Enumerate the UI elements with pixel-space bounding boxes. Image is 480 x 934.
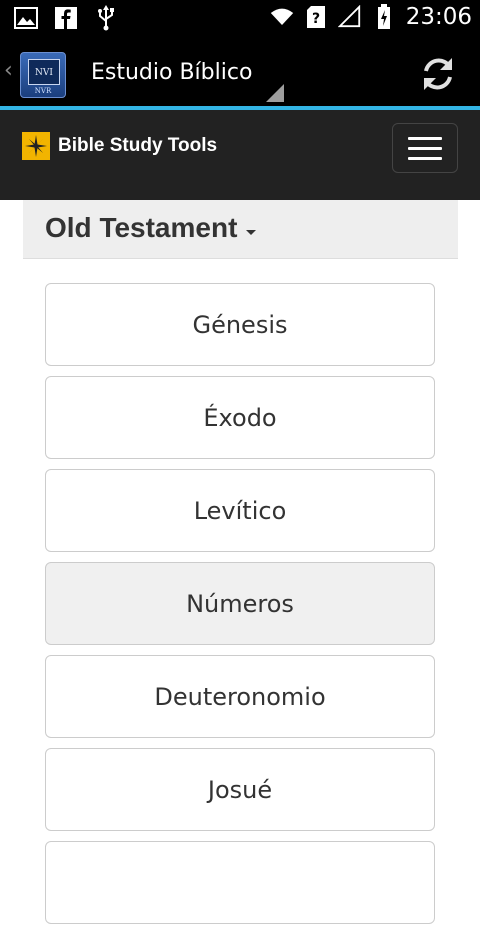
signal-icon: [337, 5, 362, 29]
section-title: Old Testament: [45, 212, 238, 243]
spinner-indicator-icon[interactable]: [266, 84, 284, 102]
hamburger-menu-button[interactable]: [392, 123, 458, 173]
sim-unknown-icon: ?: [304, 5, 328, 29]
book-item-next-partial[interactable]: [45, 841, 435, 924]
book-item-genesis[interactable]: Génesis: [45, 283, 435, 366]
hamburger-line: [408, 157, 442, 160]
image-icon: [14, 6, 38, 30]
book-item-deuteronomio[interactable]: Deuteronomio: [45, 655, 435, 738]
app-icon-label-top: NVI: [35, 68, 53, 78]
wifi-icon: [270, 5, 294, 29]
book-item-numeros[interactable]: Números: [45, 562, 435, 645]
book-item-josue[interactable]: Josué: [45, 748, 435, 831]
bible-study-tools-logo[interactable]: Bible Study Tools: [22, 132, 217, 160]
logo-star-icon: [22, 132, 50, 160]
logo-text: Bible Study Tools: [58, 135, 218, 156]
clock: 23:06: [405, 4, 472, 30]
hamburger-line: [408, 137, 442, 140]
action-bar: ‹ NVI NVR Estudio Bíblico: [0, 38, 480, 110]
testament-dropdown[interactable]: Old Testament: [23, 200, 458, 259]
svg-text:?: ?: [312, 11, 320, 27]
up-caret-icon[interactable]: ‹: [4, 58, 13, 83]
book-item-levitico[interactable]: Levítico: [45, 469, 435, 552]
status-bar: ? 23:06: [0, 0, 480, 38]
bible-book-icon: NVI: [28, 59, 60, 85]
battery-charging-icon: [372, 4, 396, 29]
caret-down-icon: [246, 230, 256, 235]
usb-icon: [94, 5, 118, 31]
book-list: Génesis Éxodo Levítico Números Deuterono…: [45, 283, 435, 934]
site-header: Bible Study Tools: [0, 110, 480, 200]
book-item-exodo[interactable]: Éxodo: [45, 376, 435, 459]
facebook-icon: [54, 6, 78, 30]
app-title[interactable]: Estudio Bíblico: [91, 60, 252, 85]
app-icon-label-bottom: NVR: [34, 87, 52, 95]
app-icon[interactable]: NVI NVR: [20, 52, 66, 98]
refresh-icon[interactable]: [418, 54, 458, 94]
hamburger-line: [408, 147, 442, 150]
